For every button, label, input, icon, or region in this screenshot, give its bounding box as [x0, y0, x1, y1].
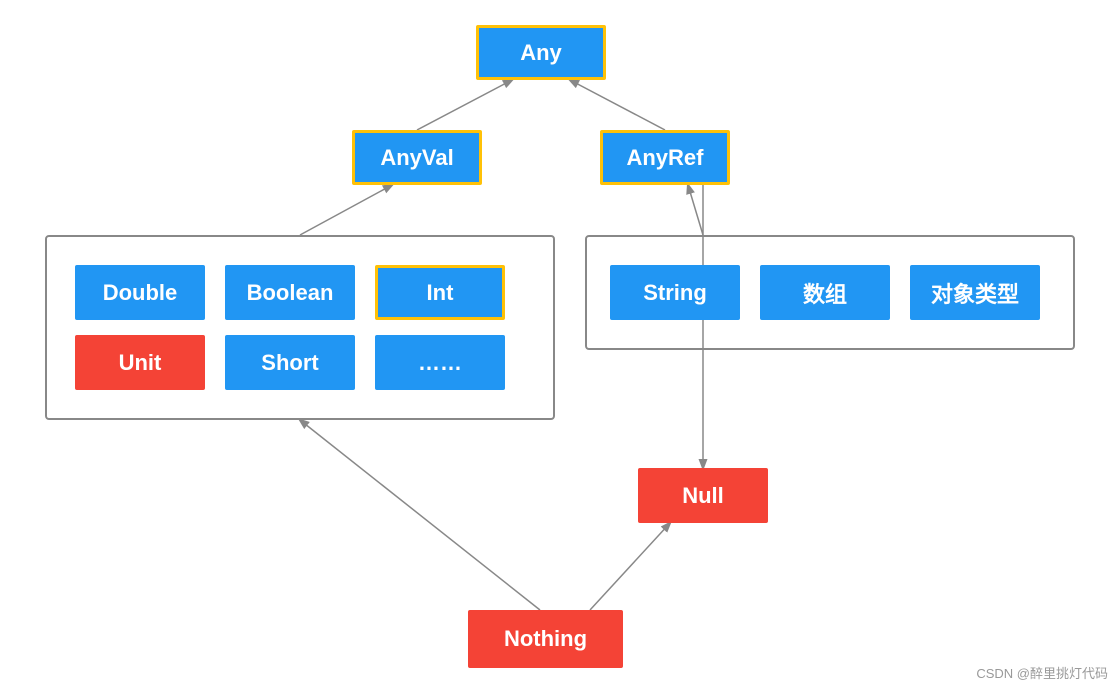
anyval-node: AnyVal	[352, 130, 482, 185]
int-node: Int	[375, 265, 505, 320]
ellipsis-node: ……	[375, 335, 505, 390]
objtype-node: 对象类型	[910, 265, 1040, 320]
nothing-node: Nothing	[468, 610, 623, 668]
anyval-group-box	[45, 235, 555, 420]
null-node: Null	[638, 468, 768, 523]
array-node: 数组	[760, 265, 890, 320]
any-node: Any	[476, 25, 606, 80]
anyref-node: AnyRef	[600, 130, 730, 185]
double-node: Double	[75, 265, 205, 320]
boolean-node: Boolean	[225, 265, 355, 320]
unit-node: Unit	[75, 335, 205, 390]
short-node: Short	[225, 335, 355, 390]
string-node: String	[610, 265, 740, 320]
diagram: Any AnyVal AnyRef Double Boolean Int Uni…	[0, 0, 1120, 692]
watermark: CSDN @醉里挑灯代码	[976, 663, 1108, 682]
